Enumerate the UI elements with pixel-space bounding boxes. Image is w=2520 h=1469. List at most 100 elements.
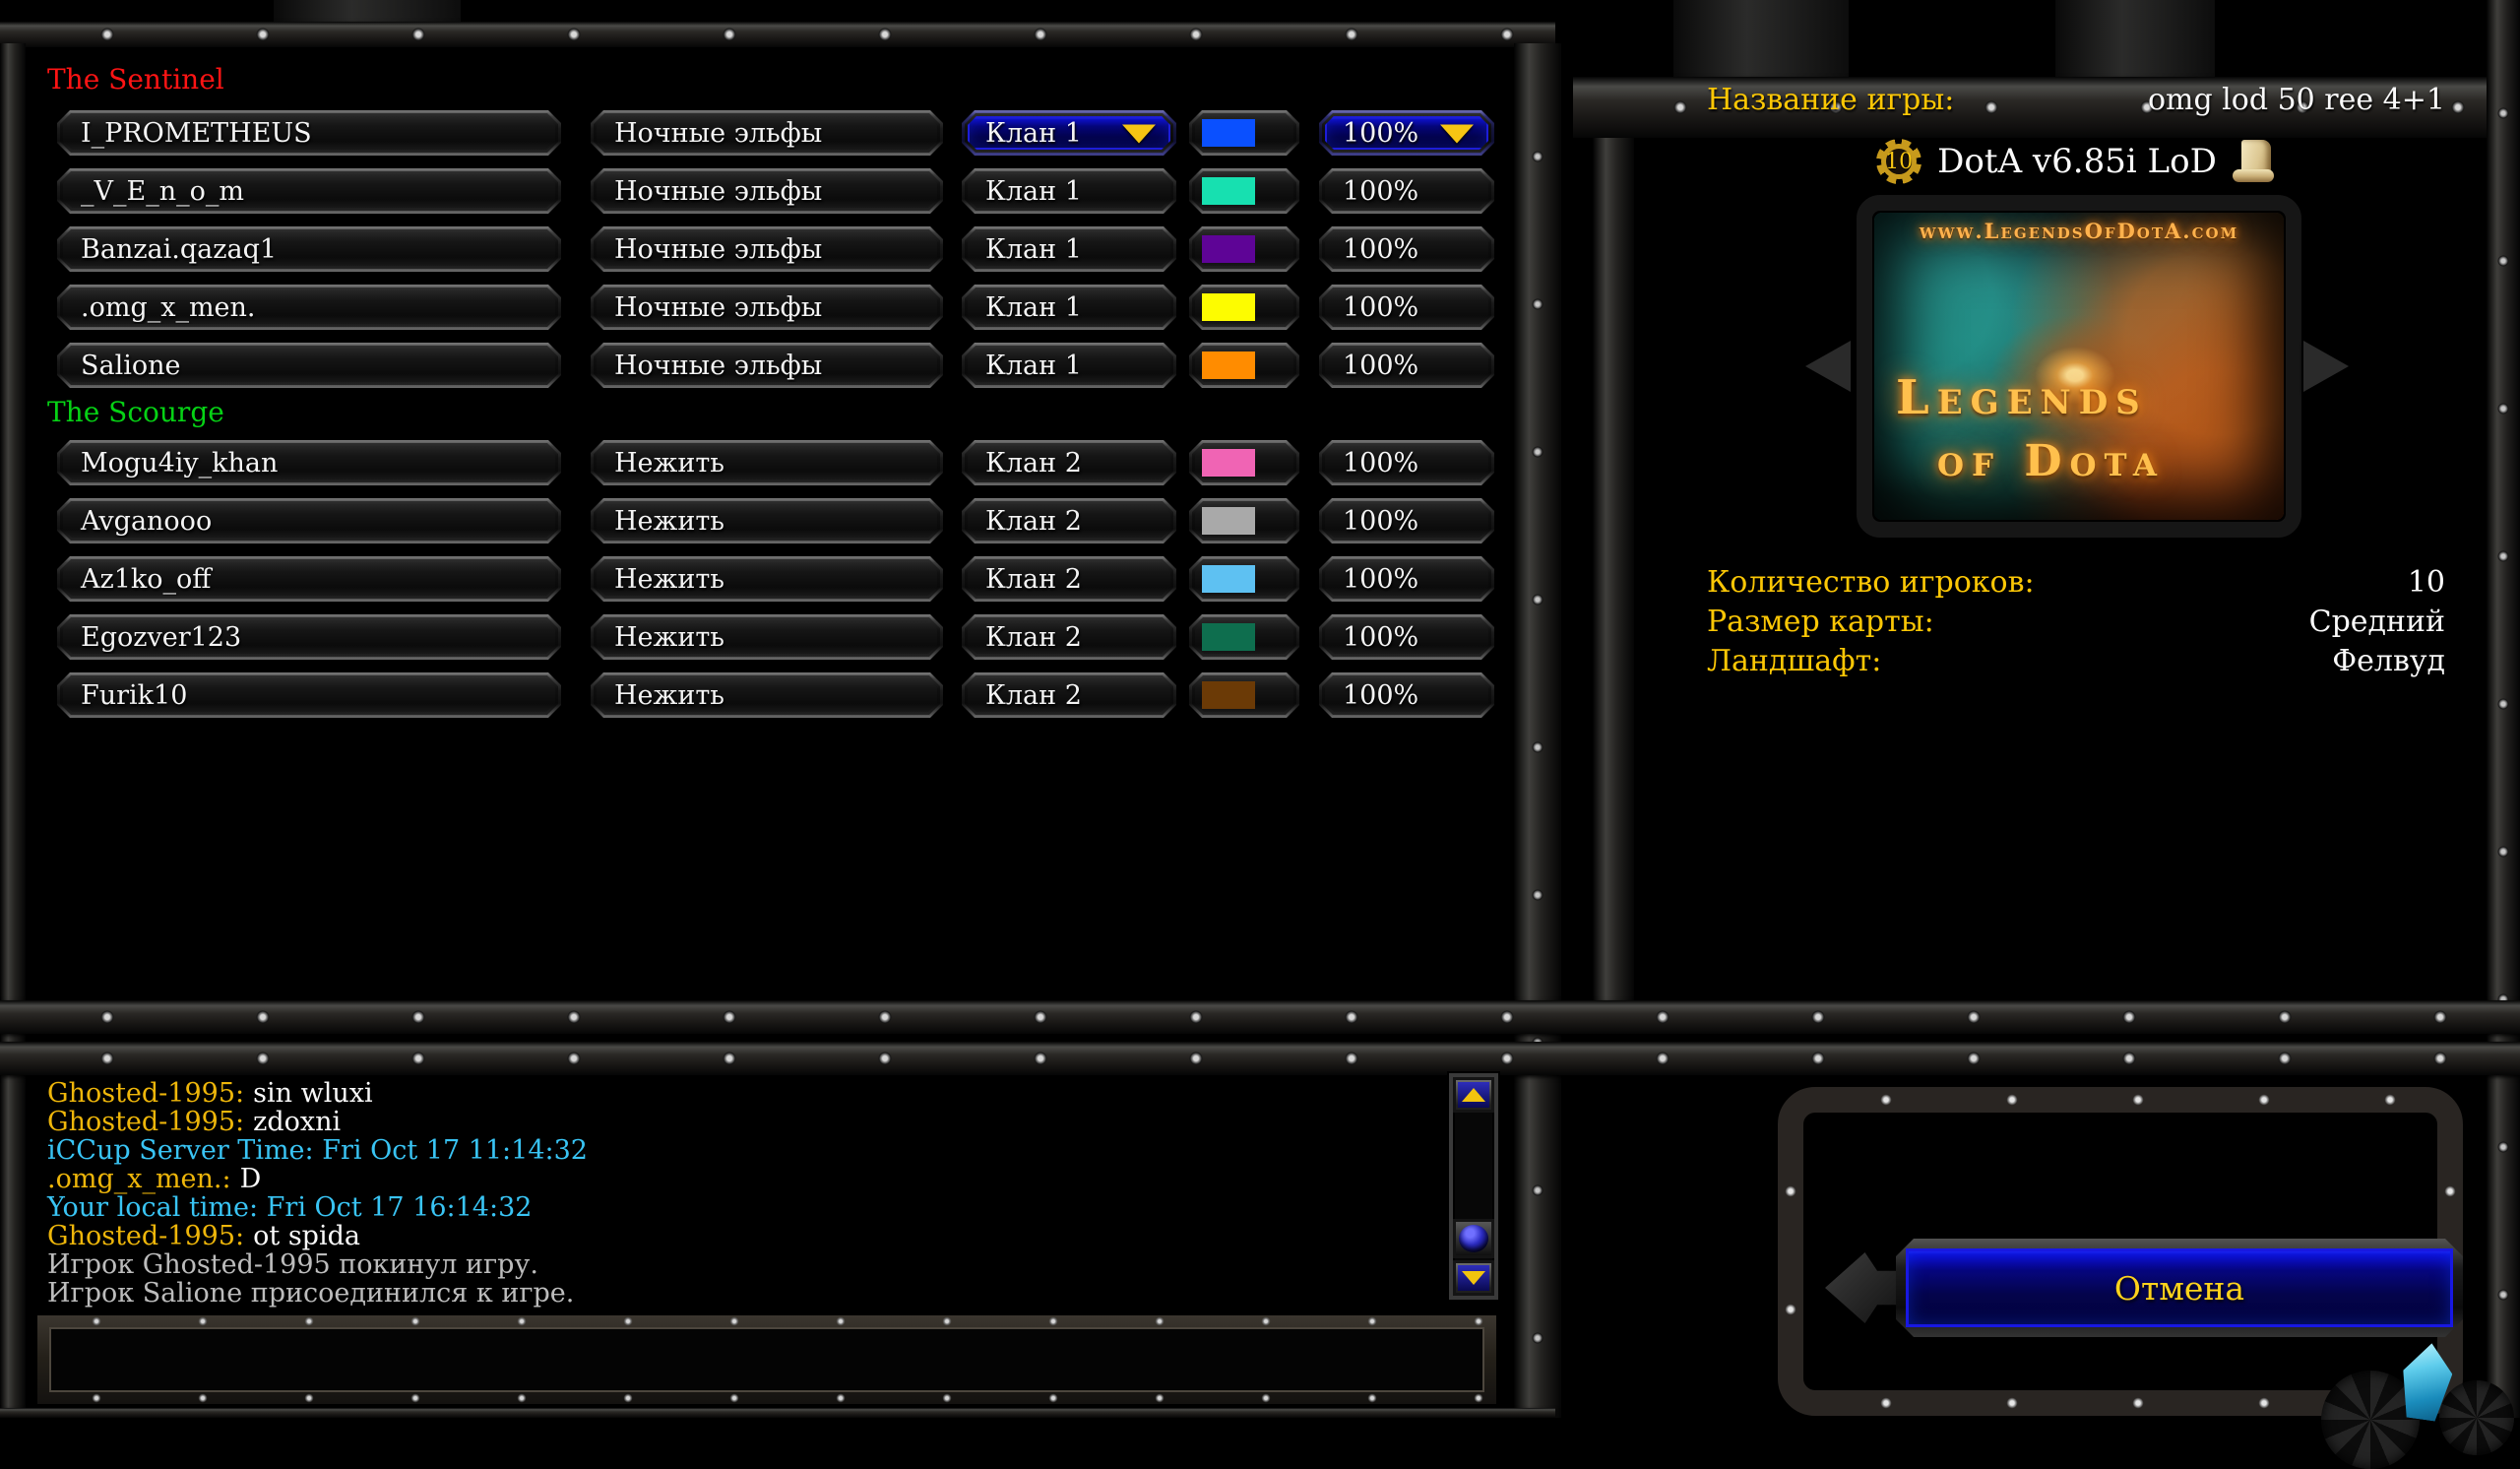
- player-row: Avganooo Нежить Клан 2 100%: [0, 498, 1555, 543]
- player-color-swatch: [1202, 681, 1255, 709]
- handicap-plate: 100%: [1319, 440, 1494, 485]
- chat-scrollbar[interactable]: [1449, 1073, 1498, 1300]
- race-plate: Нежить: [591, 614, 943, 660]
- right-pillar-decor: [1673, 0, 1849, 83]
- player-name-plate: Mogu4iy_khan: [57, 440, 561, 485]
- scroll-up-button[interactable]: [1453, 1077, 1494, 1113]
- player-color-swatch: [1202, 507, 1255, 535]
- handicap-plate: 100%: [1319, 226, 1494, 272]
- color-picker[interactable]: [1189, 110, 1299, 156]
- player-row: Banzai.qazaq1 Ночные эльфы Клан 1 100%: [0, 226, 1555, 272]
- race-plate: Нежить: [591, 440, 943, 485]
- player-color-swatch: [1202, 177, 1255, 205]
- clan-plate: Клан 2: [962, 440, 1176, 485]
- player-color-swatch: [1202, 351, 1255, 379]
- chevron-down-icon: [1122, 124, 1156, 143]
- scroll-down-button[interactable]: [1453, 1260, 1494, 1296]
- player-name-plate: I_PROMETHEUS: [57, 110, 561, 156]
- chat-message: iCCup Server Time: Fri Oct 17 11:14:32: [47, 1135, 588, 1166]
- top-metal-bar: [0, 22, 1555, 47]
- separator-bar-upper: [0, 1000, 2520, 1034]
- chat-message: .omg_x_men.: D: [47, 1164, 262, 1194]
- chat-log: Ghosted-1995: sin wluxi Ghosted-1995: zdox…: [47, 1079, 1416, 1308]
- terrain-value: Фелвуд: [2332, 644, 2445, 678]
- right-pillar-decor: [2055, 0, 2215, 83]
- player-color-swatch: [1202, 235, 1255, 263]
- clan-plate: Клан 1: [962, 168, 1176, 214]
- map-logo-line2: of Dota: [1937, 436, 2165, 486]
- color-plate: [1189, 343, 1299, 388]
- map-title-row: 10 DotA v6.85i LoD: [1664, 134, 2490, 189]
- players-count-value: 10: [2407, 565, 2445, 600]
- game-name-value: omg lod 50 ree 4+1: [2147, 83, 2445, 117]
- map-logo-line1: Legends: [1896, 370, 2148, 425]
- handicap-dropdown[interactable]: 100%: [1319, 110, 1494, 156]
- player-name-plate: Furik10: [57, 672, 561, 718]
- clan-plate: Клан 1: [962, 226, 1176, 272]
- triangle-up-icon: [1462, 1088, 1485, 1102]
- chat-message: Ghosted-1995: ot spida: [47, 1221, 360, 1251]
- chat-message: Ghosted-1995: sin wluxi: [47, 1078, 373, 1109]
- clan-plate: Клан 1: [962, 285, 1176, 330]
- clan-plate: Клан 2: [962, 672, 1176, 718]
- race-plate: Нежить: [591, 556, 943, 602]
- clan-plate: Клан 1: [962, 343, 1176, 388]
- player-row: Az1ko_off Нежить Клан 2 100%: [0, 556, 1555, 602]
- handicap-plate: 100%: [1319, 343, 1494, 388]
- race-plate: Ночные эльфы: [591, 285, 943, 330]
- race-plate: Нежить: [591, 498, 943, 543]
- player-name-plate: _V_E_n_o_m: [57, 168, 561, 214]
- color-plate: [1189, 440, 1299, 485]
- player-row: Egozver123 Нежить Клан 2 100%: [0, 614, 1555, 660]
- players-count-label: Количество игроков:: [1707, 565, 2035, 600]
- player-name-plate: Az1ko_off: [57, 556, 561, 602]
- handicap-plate: 100%: [1319, 614, 1494, 660]
- player-color-swatch: [1202, 565, 1255, 593]
- race-plate: Нежить: [591, 672, 943, 718]
- map-site-text: www.LegendsOfDotA.com: [1919, 219, 2239, 243]
- chat-message: Игрок Ghosted-1995 покинул игру.: [47, 1249, 538, 1280]
- cancel-button[interactable]: Отмена: [1896, 1239, 2463, 1337]
- color-plate: [1189, 285, 1299, 330]
- handicap-plate: 100%: [1319, 556, 1494, 602]
- game-name-label: Название игры:: [1707, 83, 1955, 117]
- clan-plate: Клан 2: [962, 498, 1176, 543]
- handicap-plate: 100%: [1319, 672, 1494, 718]
- chat-message: Ghosted-1995: zdoxni: [47, 1107, 342, 1137]
- race-plate: Ночные эльфы: [591, 343, 943, 388]
- player-name-plate: Salione: [57, 343, 561, 388]
- player-color-swatch: [1202, 293, 1255, 321]
- right-edge-strip: [2487, 0, 2520, 1418]
- color-plate: [1189, 614, 1299, 660]
- handicap-plate: 100%: [1319, 285, 1494, 330]
- chat-message: Your local time: Fri Oct 17 16:14:32: [47, 1192, 533, 1223]
- handicap-plate: 100%: [1319, 498, 1494, 543]
- map-size-value: Средний: [2308, 605, 2445, 639]
- race-plate: Ночные эльфы: [591, 168, 943, 214]
- color-plate: [1189, 226, 1299, 272]
- color-plate: [1189, 168, 1299, 214]
- color-plate: [1189, 672, 1299, 718]
- player-name-plate: Banzai.qazaq1: [57, 226, 561, 272]
- rivet-strip: [43, 1392, 1490, 1404]
- clan-dropdown[interactable]: Клан 1: [962, 110, 1176, 156]
- handicap-plate: 100%: [1319, 168, 1494, 214]
- player-row: .omg_x_men. Ночные эльфы Клан 1 100%: [0, 285, 1555, 330]
- map-preview: www.LegendsOfDotA.com Legends of Dota: [1857, 195, 2301, 538]
- team-header-scourge: The Scourge: [47, 396, 224, 428]
- player-row: I_PROMETHEUS Ночные эльфы Клан 1 100%: [0, 110, 1555, 156]
- gear-decor: [2439, 1380, 2514, 1455]
- player-color-swatch: [1202, 449, 1255, 477]
- rivet-strip: [1823, 1092, 2418, 1108]
- gear-icon: 10: [1876, 139, 1922, 184]
- chevron-down-icon: [1440, 124, 1474, 143]
- scroll-icon: [2232, 140, 2278, 183]
- chat-input[interactable]: [49, 1327, 1484, 1392]
- map-size-label: Размер карты:: [1707, 605, 1934, 639]
- player-row: _V_E_n_o_m Ночные эльфы Клан 1 100%: [0, 168, 1555, 214]
- terrain-label: Ландшафт:: [1707, 644, 1882, 678]
- scrollbar-thumb[interactable]: [1453, 1219, 1494, 1258]
- race-plate: Ночные эльфы: [591, 110, 943, 156]
- chat-input-frame: [35, 1313, 1498, 1406]
- clan-plate: Клан 2: [962, 614, 1176, 660]
